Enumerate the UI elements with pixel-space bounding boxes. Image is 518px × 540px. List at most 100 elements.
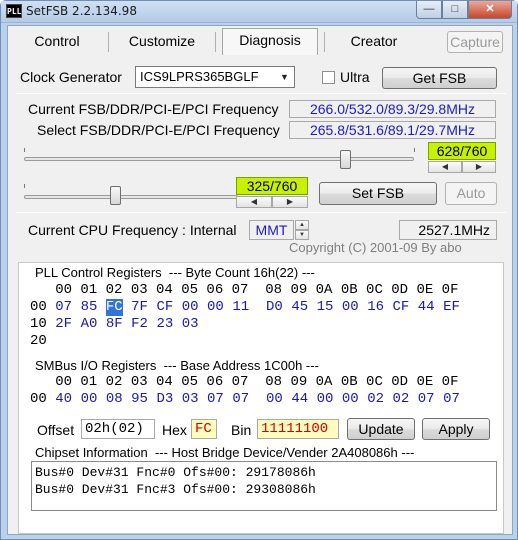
clock-generator-label: Clock Generator [20, 69, 122, 85]
pll-register-cell[interactable]: 00 [342, 299, 359, 316]
arrow-right-icon: ▶ [286, 197, 294, 206]
set-fsb-button[interactable]: Set FSB [319, 182, 437, 205]
cpu-mode-up[interactable]: ▲ [295, 220, 309, 230]
tab-diagnosis[interactable]: Diagnosis [222, 28, 318, 55]
pll-slider-thumb[interactable] [109, 186, 121, 205]
tab-customize[interactable]: Customize [114, 30, 210, 54]
smbus-register-cell[interactable]: 40 [55, 391, 72, 408]
pll-increase-button[interactable]: ▶ [272, 196, 308, 208]
ultra-label: Ultra [340, 69, 370, 85]
slider-tick [24, 184, 25, 188]
pll-register-cell[interactable]: EF [443, 299, 460, 316]
arrow-down-icon: ▼ [299, 232, 305, 238]
chipset-info-list[interactable]: Bus#0 Dev#31 Fnc#0 Ofs#00: 29178086h Bus… [31, 461, 497, 511]
pll-slider-track[interactable] [24, 195, 238, 199]
pll-register-cell[interactable]: D0 [266, 299, 283, 316]
offset-field[interactable]: 02h(02) [81, 419, 155, 439]
tab-divider [324, 32, 325, 52]
smbus-register-cell[interactable]: 00 [317, 391, 334, 408]
fsb-slider-track[interactable] [24, 157, 414, 161]
arrow-left-icon: ◀ [250, 197, 258, 206]
smbus-register-cell[interactable]: 07 [418, 391, 435, 408]
smbus-register-cell[interactable]: 00 [81, 391, 98, 408]
tab-control[interactable]: Control [12, 30, 102, 54]
smbus-register-cell[interactable]: 03 [182, 391, 199, 408]
smbus-register-cell[interactable]: 00 [342, 391, 359, 408]
pll-column-header: 00 01 02 03 04 05 06 07 08 09 0A 0B 0C 0… [30, 282, 459, 298]
current-frequency-value: 266.0/532.0/89.3/29.8MHz [289, 100, 496, 118]
ultra-checkbox[interactable] [322, 71, 335, 84]
update-button[interactable]: Update [347, 418, 415, 440]
separator [16, 212, 506, 213]
pll-register-cell[interactable]: 85 [81, 299, 98, 316]
pll-register-cell[interactable]: CF [156, 299, 173, 316]
pll-register-cell[interactable]: 23 [156, 316, 173, 333]
main-panel: Control Customize Diagnosis Creator Capt… [7, 25, 513, 535]
fsb-decrease-button[interactable]: ◀ [428, 161, 462, 173]
close-button[interactable]: ✕ [468, 1, 512, 19]
arrow-up-icon: ▲ [299, 222, 305, 228]
smbus-register-cell[interactable]: 08 [106, 391, 123, 408]
pll-register-cell[interactable]: 03 [182, 316, 199, 333]
smbus-register-cell[interactable]: 44 [291, 391, 308, 408]
fsb-slider-thumb[interactable] [340, 150, 352, 169]
smbus-register-cell[interactable]: D3 [156, 391, 173, 408]
setfsb-window: PLL SetFSB 2.2.134.98 — □ ✕ Control Cust… [0, 0, 518, 540]
pll-register-cell[interactable]: F2 [131, 316, 148, 333]
smbus-register-cell[interactable]: 00 [266, 391, 283, 408]
separator [16, 93, 506, 94]
list-item: Bus#0 Dev#31 Fnc#3 Ofs#00: 29308086h [35, 482, 316, 497]
pll-register-cell[interactable]: 00 [207, 299, 224, 316]
pll-register-cell[interactable]: CF [392, 299, 409, 316]
smbus-register-cell[interactable]: 02 [367, 391, 384, 408]
capture-button[interactable]: Capture [447, 31, 503, 53]
auto-button[interactable]: Auto [445, 182, 497, 205]
slider-tick [414, 148, 415, 152]
pll-row-address: 00 [30, 299, 47, 315]
pll-register-cell[interactable]: 7F [131, 299, 148, 316]
pll-register-cell[interactable]: FC [105, 299, 123, 316]
title-bar[interactable]: PLL SetFSB 2.2.134.98 — □ ✕ [1, 1, 517, 23]
pll-register-cell[interactable]: 8F [106, 316, 123, 333]
pll-register-cell[interactable]: 16 [367, 299, 384, 316]
bin-field[interactable]: 11111100 [257, 419, 339, 439]
cpu-frequency-label: Current CPU Frequency : Internal [28, 222, 237, 238]
clock-generator-select[interactable]: ICS9LPRS365BGLF ▼ [135, 66, 295, 88]
pll-register-cell[interactable]: 2F [55, 316, 72, 333]
pll-row-address: 10 [30, 316, 47, 332]
pll-decrease-button[interactable]: ◀ [236, 196, 272, 208]
pll-register-cell[interactable]: 11 [232, 299, 249, 316]
smbus-register-cell[interactable]: 07 [207, 391, 224, 408]
pll-register-cell[interactable]: 45 [291, 299, 308, 316]
smbus-register-cell[interactable]: 95 [131, 391, 148, 408]
minimize-button[interactable]: — [416, 1, 442, 19]
clock-generator-value: ICS9LPRS365BGLF [140, 69, 259, 84]
pll-registers-title: PLL Control Registers --- Byte Count 16h… [35, 265, 315, 280]
get-fsb-button[interactable]: Get FSB [382, 67, 497, 89]
maximize-icon: □ [451, 3, 459, 15]
cpu-frequency-value: 2527.1MHz [399, 220, 497, 240]
pll-register-cell[interactable]: A0 [81, 316, 98, 333]
current-frequency-label: Current FSB/DDR/PCI-E/PCI Frequency [28, 101, 279, 117]
smbus-register-cell[interactable]: 02 [392, 391, 409, 408]
pll-register-cell[interactable]: 15 [317, 299, 334, 316]
smbus-register-cell[interactable]: 07 [232, 391, 249, 408]
tab-divider [108, 32, 109, 52]
pll-register-cell[interactable]: 07 [55, 299, 72, 316]
maximize-button[interactable]: □ [442, 1, 468, 19]
tab-creator[interactable]: Creator [330, 30, 418, 54]
list-item: Bus#0 Dev#31 Fnc#0 Ofs#00: 29178086h [35, 465, 316, 480]
cpu-mode-down[interactable]: ▼ [295, 230, 309, 240]
pll-register-cell[interactable]: 44 [418, 299, 435, 316]
fsb-increase-button[interactable]: ▶ [462, 161, 496, 173]
pll-register-cell[interactable]: 00 [182, 299, 199, 316]
hex-label: Hex [162, 422, 187, 438]
apply-button[interactable]: Apply [422, 418, 490, 440]
pll-slider-value: 325/760 [236, 177, 308, 195]
bin-label: Bin [231, 422, 252, 438]
smbus-column-header: 00 01 02 03 04 05 06 07 08 09 0A 0B 0C 0… [30, 374, 459, 390]
smbus-register-cell[interactable]: 07 [443, 391, 460, 408]
tab-divider [215, 32, 216, 52]
hex-field[interactable]: FC [191, 419, 217, 439]
minimize-icon: — [423, 3, 435, 15]
